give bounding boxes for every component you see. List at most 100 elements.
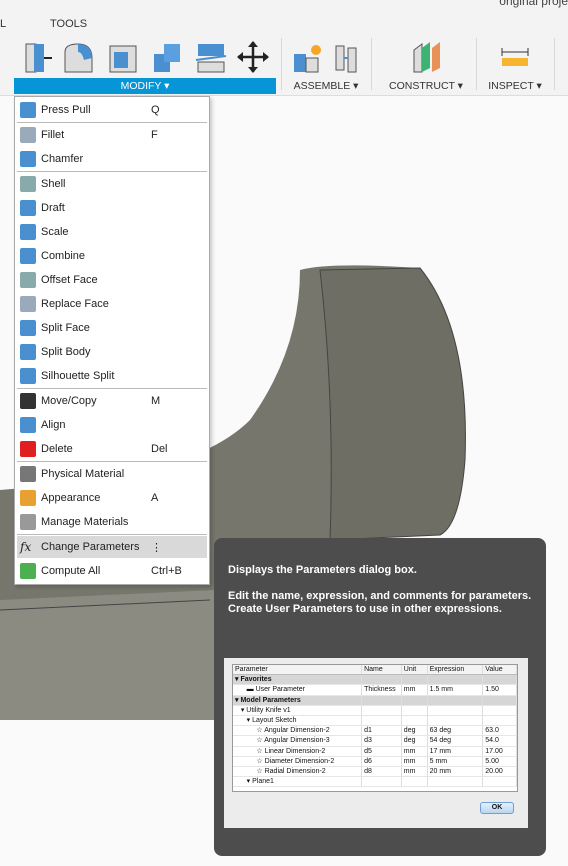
parameters-dialog-preview: Parameter Name Unit Expression Value ▾ Favori…	[224, 658, 528, 828]
table-row: ☆ Diameter Dimension-2 d6 mm 5 mm 5.00	[233, 756, 517, 767]
table-cell: ☆ Linear Dimension-2	[233, 746, 363, 756]
new-component-icon[interactable]	[290, 40, 324, 74]
tooltip-title: Displays the Parameters dialog box.	[228, 564, 417, 576]
menu-item-align[interactable]: Align	[17, 414, 207, 436]
table-cell	[428, 777, 484, 787]
fillet-icon[interactable]	[62, 40, 96, 74]
measure-icon[interactable]	[498, 40, 532, 74]
menu-item-shortcut: ⋮	[151, 541, 162, 554]
menu-item-draft[interactable]: Draft	[17, 197, 207, 219]
construct-plane-icon[interactable]	[410, 40, 444, 74]
menu-item-compute-all[interactable]: Compute All Ctrl+B	[17, 560, 207, 582]
menu-item-label: Change Parameters	[41, 541, 140, 553]
menu-item-delete[interactable]: Delete Del	[17, 438, 207, 460]
menu-item-shortcut: M	[151, 395, 161, 407]
table-cell	[483, 777, 517, 787]
menu-item-label: Silhouette Split	[41, 370, 115, 382]
table-row: ▾ Layout Sketch	[233, 715, 517, 727]
column-header: Unit	[402, 665, 428, 675]
menu-item-label: Draft	[41, 202, 65, 214]
table-cell: 63.0	[483, 726, 517, 736]
shell-icon[interactable]	[106, 40, 140, 74]
tab-partial[interactable]: L	[0, 18, 6, 30]
combine-icon[interactable]	[150, 40, 184, 74]
table-cell	[428, 675, 484, 685]
menu-item-chamfer[interactable]: Chamfer	[17, 148, 207, 170]
menu-item-manage-materials[interactable]: Manage Materials	[17, 511, 207, 533]
menu-item-label: Physical Material	[41, 468, 125, 480]
table-cell: 1.5 mm	[428, 685, 484, 695]
modify-dropdown[interactable]: MODIFY ▾	[14, 78, 276, 94]
align-icon	[20, 417, 36, 433]
table-cell: Thickness	[362, 685, 402, 695]
menu-item-label: Combine	[41, 250, 86, 262]
menu-item-scale[interactable]: Scale	[17, 221, 207, 243]
press-pull-icon	[20, 102, 36, 118]
menu-item-label: Press Pull	[41, 104, 91, 116]
construct-dropdown[interactable]: CONSTRUCT ▾	[380, 78, 472, 94]
shell-icon	[20, 176, 36, 192]
inspect-dropdown[interactable]: INSPECT ▾	[480, 78, 550, 94]
table-cell	[483, 715, 517, 726]
split-body-icon[interactable]	[194, 40, 228, 74]
table-row: ▾ Favorites	[233, 675, 517, 686]
table-cell: 63 deg	[428, 726, 484, 736]
menu-separator	[17, 534, 207, 535]
table-cell: 17 mm	[428, 746, 484, 756]
menu-item-press-pull[interactable]: Press Pull Q	[17, 99, 207, 121]
assemble-dropdown[interactable]: ASSEMBLE ▾	[286, 78, 366, 94]
table-cell	[428, 715, 484, 726]
table-cell: d3	[362, 736, 402, 746]
table-cell: ☆ Angular Dimension-3	[233, 736, 363, 746]
table-cell: mm	[402, 746, 428, 756]
joint-icon[interactable]	[330, 40, 364, 74]
menu-item-shell[interactable]: Shell	[17, 173, 207, 195]
table-cell: 1.50	[483, 685, 517, 695]
menu-item-split-face[interactable]: Split Face	[17, 317, 207, 339]
table-cell: deg	[402, 736, 428, 746]
tab-tools[interactable]: TOOLS	[50, 18, 87, 30]
menu-item-appearance[interactable]: Appearance A	[17, 487, 207, 509]
menu-item-label: Offset Face	[41, 274, 98, 286]
project-name: original proje	[499, 0, 568, 8]
table-cell	[362, 675, 402, 685]
menu-item-change-parameters[interactable]: fx Change Parameters ⋮	[17, 536, 207, 558]
table-cell: d1	[362, 726, 402, 736]
table-cell	[402, 695, 428, 705]
menu-item-label: Scale	[41, 226, 69, 238]
menu-item-fillet[interactable]: Fillet F	[17, 124, 207, 146]
table-cell	[428, 705, 484, 715]
menu-item-label: Split Body	[41, 346, 91, 358]
menu-item-label: Manage Materials	[41, 516, 129, 528]
table-cell: mm	[402, 766, 428, 777]
table-cell: 54.0	[483, 736, 517, 746]
table-row: ☆ Linear Dimension-2 d5 mm 17 mm 17.00	[233, 746, 517, 757]
table-header: Parameter Name Unit Expression Value	[233, 665, 517, 676]
menu-item-move-copy[interactable]: Move/Copy M	[17, 390, 207, 412]
press-pull-icon[interactable]	[22, 40, 56, 74]
column-header: Value	[483, 665, 517, 675]
column-header: Expression	[428, 665, 484, 675]
menu-item-physical-material[interactable]: Physical Material	[17, 463, 207, 485]
menu-item-split-body[interactable]: Split Body	[17, 341, 207, 363]
delete-icon	[20, 441, 36, 457]
menu-item-label: Fillet	[41, 129, 65, 141]
move-icon[interactable]	[236, 40, 270, 74]
split-body-icon	[20, 344, 36, 360]
menu-item-label: Split Face	[41, 322, 90, 334]
table-cell	[362, 777, 402, 787]
menu-item-silhouette-split[interactable]: Silhouette Split	[17, 365, 207, 387]
table-cell: 54 deg	[428, 736, 484, 746]
column-header: Name	[362, 665, 402, 675]
menu-item-replace-face[interactable]: Replace Face	[17, 293, 207, 315]
physical-material-icon	[20, 466, 36, 482]
table-cell	[483, 705, 517, 715]
menu-item-shortcut: A	[151, 492, 159, 504]
move-icon	[20, 393, 36, 409]
column-header: Parameter	[233, 665, 363, 675]
table-cell	[362, 695, 402, 705]
menu-item-combine[interactable]: Combine	[17, 245, 207, 267]
table-cell	[402, 715, 428, 726]
menu-item-offset-face[interactable]: Offset Face	[17, 269, 207, 291]
toolbar: L TOOLS original proje MODIFY ▾ ASSEMBLE…	[0, 0, 568, 96]
